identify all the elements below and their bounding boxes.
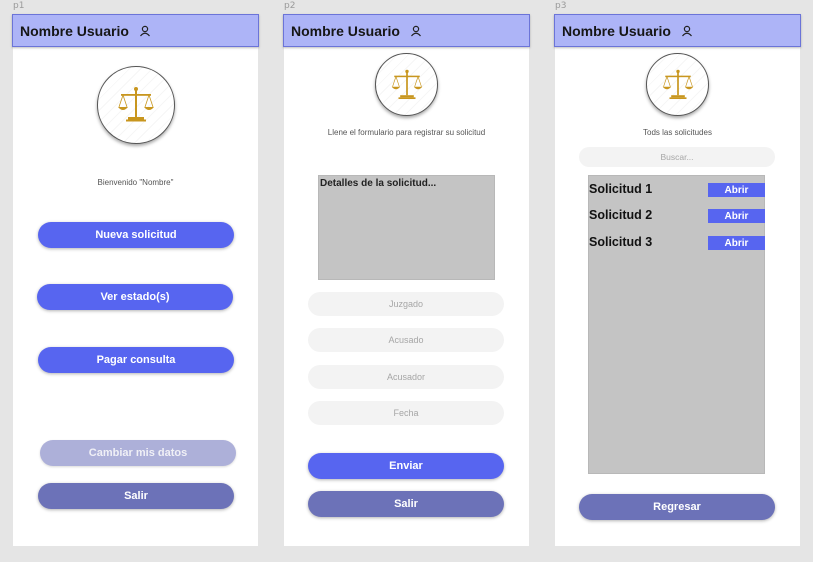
- scales-of-justice-icon: [391, 69, 422, 99]
- user-name: Nombre Usuario: [20, 22, 129, 39]
- accused-field[interactable]: Acusado: [308, 328, 504, 352]
- new-request-button[interactable]: Nueva solicitud: [38, 222, 234, 248]
- request-name: Solicitud 1: [589, 182, 653, 196]
- user-name: Nombre Usuario: [291, 22, 400, 39]
- user-icon[interactable]: [139, 25, 151, 37]
- frame-label-p1: p1: [13, 1, 25, 11]
- screen-p3: Nombre Usuario Tods las solicitudes Busc…: [554, 14, 801, 546]
- open-button[interactable]: Abrir: [708, 183, 765, 197]
- list-item: Solicitud 1 Abrir: [589, 182, 765, 197]
- date-field[interactable]: Fecha: [308, 401, 504, 425]
- request-details-textarea[interactable]: Detalles de la solicitud...: [318, 175, 495, 280]
- exit-button[interactable]: Salir: [38, 483, 234, 509]
- open-button[interactable]: Abrir: [708, 209, 765, 223]
- user-icon[interactable]: [410, 25, 422, 37]
- user-icon[interactable]: [681, 25, 693, 37]
- back-button[interactable]: Regresar: [579, 494, 775, 520]
- user-name: Nombre Usuario: [562, 22, 671, 39]
- scales-of-justice-icon: [118, 87, 154, 122]
- pay-consult-button[interactable]: Pagar consulta: [38, 347, 234, 373]
- view-status-button[interactable]: Ver estado(s): [37, 284, 233, 310]
- request-name: Solicitud 2: [589, 208, 653, 222]
- exit-button[interactable]: Salir: [308, 491, 504, 517]
- form-instructions: Llene el formulario para registrar su so…: [327, 128, 486, 137]
- court-field[interactable]: Juzgado: [308, 292, 504, 316]
- screen-p2: Nombre Usuario Llene el formulario para: [283, 14, 530, 546]
- logo: [646, 53, 709, 116]
- app-header: Nombre Usuario: [283, 14, 530, 47]
- request-list: Solicitud 1 Abrir Solicitud 2 Abrir Soli…: [588, 175, 765, 474]
- search-input[interactable]: Buscar...: [579, 147, 775, 167]
- frame-label-p2: p2: [284, 1, 296, 11]
- logo: [375, 53, 438, 116]
- list-title: Tods las solicitudes: [643, 128, 712, 137]
- request-name: Solicitud 3: [589, 235, 653, 249]
- accuser-field[interactable]: Acusador: [308, 365, 504, 389]
- scales-of-justice-icon: [662, 69, 693, 99]
- logo: [97, 66, 175, 144]
- screen-p1: Nombre Usuario Bienvenido "Nombre" Nueva…: [12, 14, 259, 546]
- app-header: Nombre Usuario: [12, 14, 259, 47]
- list-item: Solicitud 2 Abrir: [589, 208, 765, 223]
- app-header: Nombre Usuario: [554, 14, 801, 47]
- send-button[interactable]: Enviar: [308, 453, 504, 479]
- welcome-text: Bienvenido "Nombre": [97, 178, 174, 187]
- change-data-button[interactable]: Cambiar mis datos: [40, 440, 236, 466]
- open-button[interactable]: Abrir: [708, 236, 765, 250]
- list-item: Solicitud 3 Abrir: [589, 235, 765, 250]
- frame-label-p3: p3: [555, 1, 567, 11]
